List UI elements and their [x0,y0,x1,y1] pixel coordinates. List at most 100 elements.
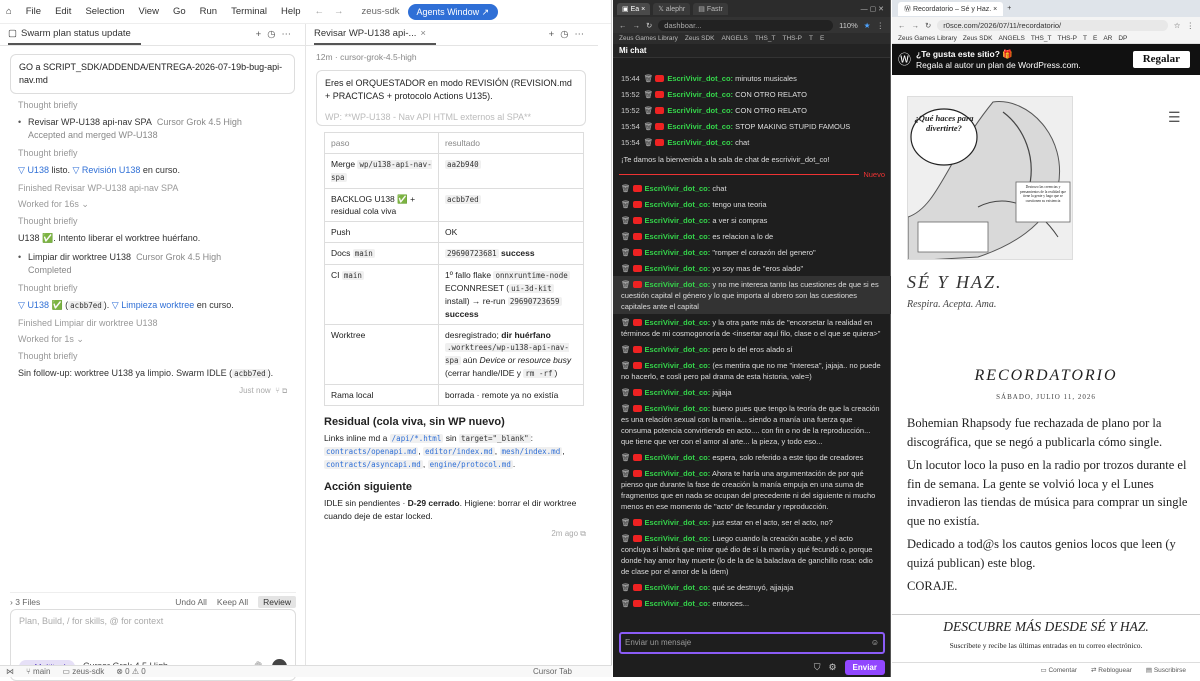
trash-icon[interactable]: 🗑 [621,469,631,478]
back-arrow-icon[interactable]: ← [898,21,906,30]
chat-username[interactable]: EscriVivir_dot_co: [645,318,711,327]
trash-icon[interactable]: 🗑 [644,138,654,147]
post-date[interactable]: SÁBADO, JULIO 11, 2026 [892,393,1200,401]
zoom-level[interactable]: 110% [839,21,858,30]
trash-icon[interactable]: 🗑 [621,453,631,462]
chat-username[interactable]: EscriVivir_dot_co: [645,534,711,543]
chat-message[interactable]: 🗑 EscriVivir_dot_co: just estar en el act… [613,514,891,530]
trash-icon[interactable]: 🗑 [621,599,631,608]
chat-message[interactable]: 🗑 EscriVivir_dot_co: y no me interesa tan… [613,276,891,314]
chat-username[interactable]: EscriVivir_dot_co: [667,74,733,83]
chat-message[interactable]: 🗑 EscriVivir_dot_co: Luego cuando la crea… [613,530,891,579]
chat-messages[interactable]: 15:44 🗑 EscriVivir_dot_co: minutos musical… [613,70,891,630]
browser-tab[interactable]: 𝕏 alephr [653,2,691,15]
chat-username[interactable]: EscriVivir_dot_co: [645,583,711,592]
chat-username[interactable]: EscriVivir_dot_co: [645,232,711,241]
trash-icon[interactable]: 🗑 [621,248,631,257]
thought-label[interactable]: Thought briefly [18,351,287,361]
menu-run[interactable]: Run [200,6,217,17]
menu-view[interactable]: View [139,6,159,17]
browser-tab[interactable]: ▣ Ea × [617,2,651,15]
star-icon[interactable]: ☆ [1174,21,1181,30]
chat-message[interactable]: 15:52 🗑 EscriVivir_dot_co: CON OTRO RELATO [613,86,891,102]
chat-message[interactable]: 🗑 EscriVivir_dot_co: y la otra parte más … [613,314,891,341]
u138-link[interactable]: U138 [27,300,49,310]
app-icon[interactable]: ⌂ [6,6,12,17]
bookmark[interactable]: THS_T [1031,35,1052,42]
chat-message[interactable]: 🗑 EscriVivir_dot_co: yo soy mas de "eros … [613,260,891,276]
menu-go[interactable]: Go [173,6,186,17]
browser-tab[interactable]: ▤ Fastr [693,2,728,15]
chat-message[interactable]: 🗑 EscriVivir_dot_co: a ver si compras [613,212,891,228]
subscribe-button[interactable]: ▤ Suscribirse [1146,666,1186,674]
chat-username[interactable]: EscriVivir_dot_co: [645,453,711,462]
more-icon[interactable]: ⋯ [575,29,591,40]
chat-message-input[interactable]: Enviar un mensaje ☺ [619,632,885,654]
chat-username[interactable]: EscriVivir_dot_co: [667,122,733,131]
worked-label[interactable]: Worked for 1s ⌄ [18,334,287,345]
u138-link[interactable]: U138 [27,165,49,175]
chat-username[interactable]: EscriVivir_dot_co: [667,138,733,147]
history-icon[interactable]: ◷ [267,29,281,40]
undo-all-button[interactable]: Undo All [175,597,207,607]
trash-icon[interactable]: 🗑 [621,388,631,397]
branch[interactable]: ⑂ main [26,667,50,676]
file-link[interactable]: editor/index.md [423,447,495,456]
copy-icon[interactable]: ⧉ [282,386,287,395]
chat-message[interactable]: 15:54 🗑 EscriVivir_dot_co: chat [613,134,891,150]
bookmark[interactable]: ANGELS [722,35,748,42]
close-icon[interactable]: × [420,28,426,39]
chat-message[interactable]: 🗑 EscriVivir_dot_co: Ahora te haría una a… [613,465,891,514]
reload-icon[interactable]: ↻ [925,21,931,30]
agents-window-button[interactable]: Agents Window ↗ [407,3,499,20]
bookmark[interactable]: T [809,35,813,42]
thought-label[interactable]: Thought briefly [18,148,287,158]
thought-label[interactable]: Thought briefly [18,100,287,110]
gear-icon[interactable]: ⚙ [828,662,836,673]
bookmark[interactable]: E [1093,35,1097,42]
file-link[interactable]: mesh/index.md [499,447,563,456]
bookmark[interactable]: E [820,35,824,42]
files-count[interactable]: 3 Files [15,597,40,607]
review-link[interactable]: Revisión U138 [82,165,141,175]
trash-icon[interactable]: 🗑 [644,74,654,83]
chat-username[interactable]: EscriVivir_dot_co: [645,200,711,209]
filter-icon[interactable]: ⑂ [275,386,280,395]
chat-message[interactable]: 🗑 EscriVivir_dot_co: es relacion a lo de [613,228,891,244]
menu-icon[interactable]: ⋮ [1187,21,1195,30]
menu-terminal[interactable]: Terminal [231,6,267,17]
trash-icon[interactable]: 🗑 [621,361,631,370]
bookmark[interactable]: Zeus Games Library [619,35,678,42]
emoji-icon[interactable]: ☺ [871,638,879,647]
new-chat-icon[interactable]: + [549,29,561,40]
bookmark[interactable]: T [1083,35,1087,42]
thought-label[interactable]: Thought briefly [18,216,287,226]
menu-selection[interactable]: Selection [85,6,124,17]
new-tab-icon[interactable]: + [1007,5,1011,12]
star-icon[interactable]: ★ [864,21,871,30]
trash-icon[interactable]: 🗑 [621,280,631,289]
trash-icon[interactable]: 🗑 [621,232,631,241]
forward-arrow-icon[interactable]: → [633,21,641,30]
bookmark[interactable]: AR [1103,35,1112,42]
file-link[interactable]: contracts/asyncapi.md [324,460,423,469]
chat-username[interactable]: EscriVivir_dot_co: [645,388,711,397]
chat-message[interactable]: 🗑 EscriVivir_dot_co: (es mentira que no m… [613,357,891,384]
site-title[interactable]: SÉ Y HAZ. [907,272,1003,293]
hamburger-menu-icon[interactable]: ☰ [1168,109,1181,126]
chat-message[interactable]: 15:52 🗑 EscriVivir_dot_co: CON OTRO RELATO [613,102,891,118]
comment-button[interactable]: ▭ Comentar [1040,666,1077,674]
keep-all-button[interactable]: Keep All [217,597,248,607]
remote-icon[interactable]: ⋈ [6,667,14,676]
file-link[interactable]: engine/protocol.md [427,460,513,469]
reload-icon[interactable]: ↻ [646,21,652,30]
chat-message[interactable]: 🗑 EscriVivir_dot_co: entonces... [613,595,891,611]
chat-username[interactable]: EscriVivir_dot_co: [645,280,711,289]
trash-icon[interactable]: 🗑 [621,404,631,413]
subtask-cleanup[interactable]: Limpiar dir worktree U138 Cursor Grok 4.… [18,251,287,277]
project[interactable]: ▭ zeus-sdk [62,667,104,676]
chat-message[interactable]: 🗑 EscriVivir_dot_co: qué se destruyó, ajj… [613,579,891,595]
trash-icon[interactable]: 🗑 [644,90,654,99]
trash-icon[interactable]: 🗑 [621,583,631,592]
chat-message[interactable]: 15:54 🗑 EscriVivir_dot_co: STOP MAKING STU… [613,118,891,134]
